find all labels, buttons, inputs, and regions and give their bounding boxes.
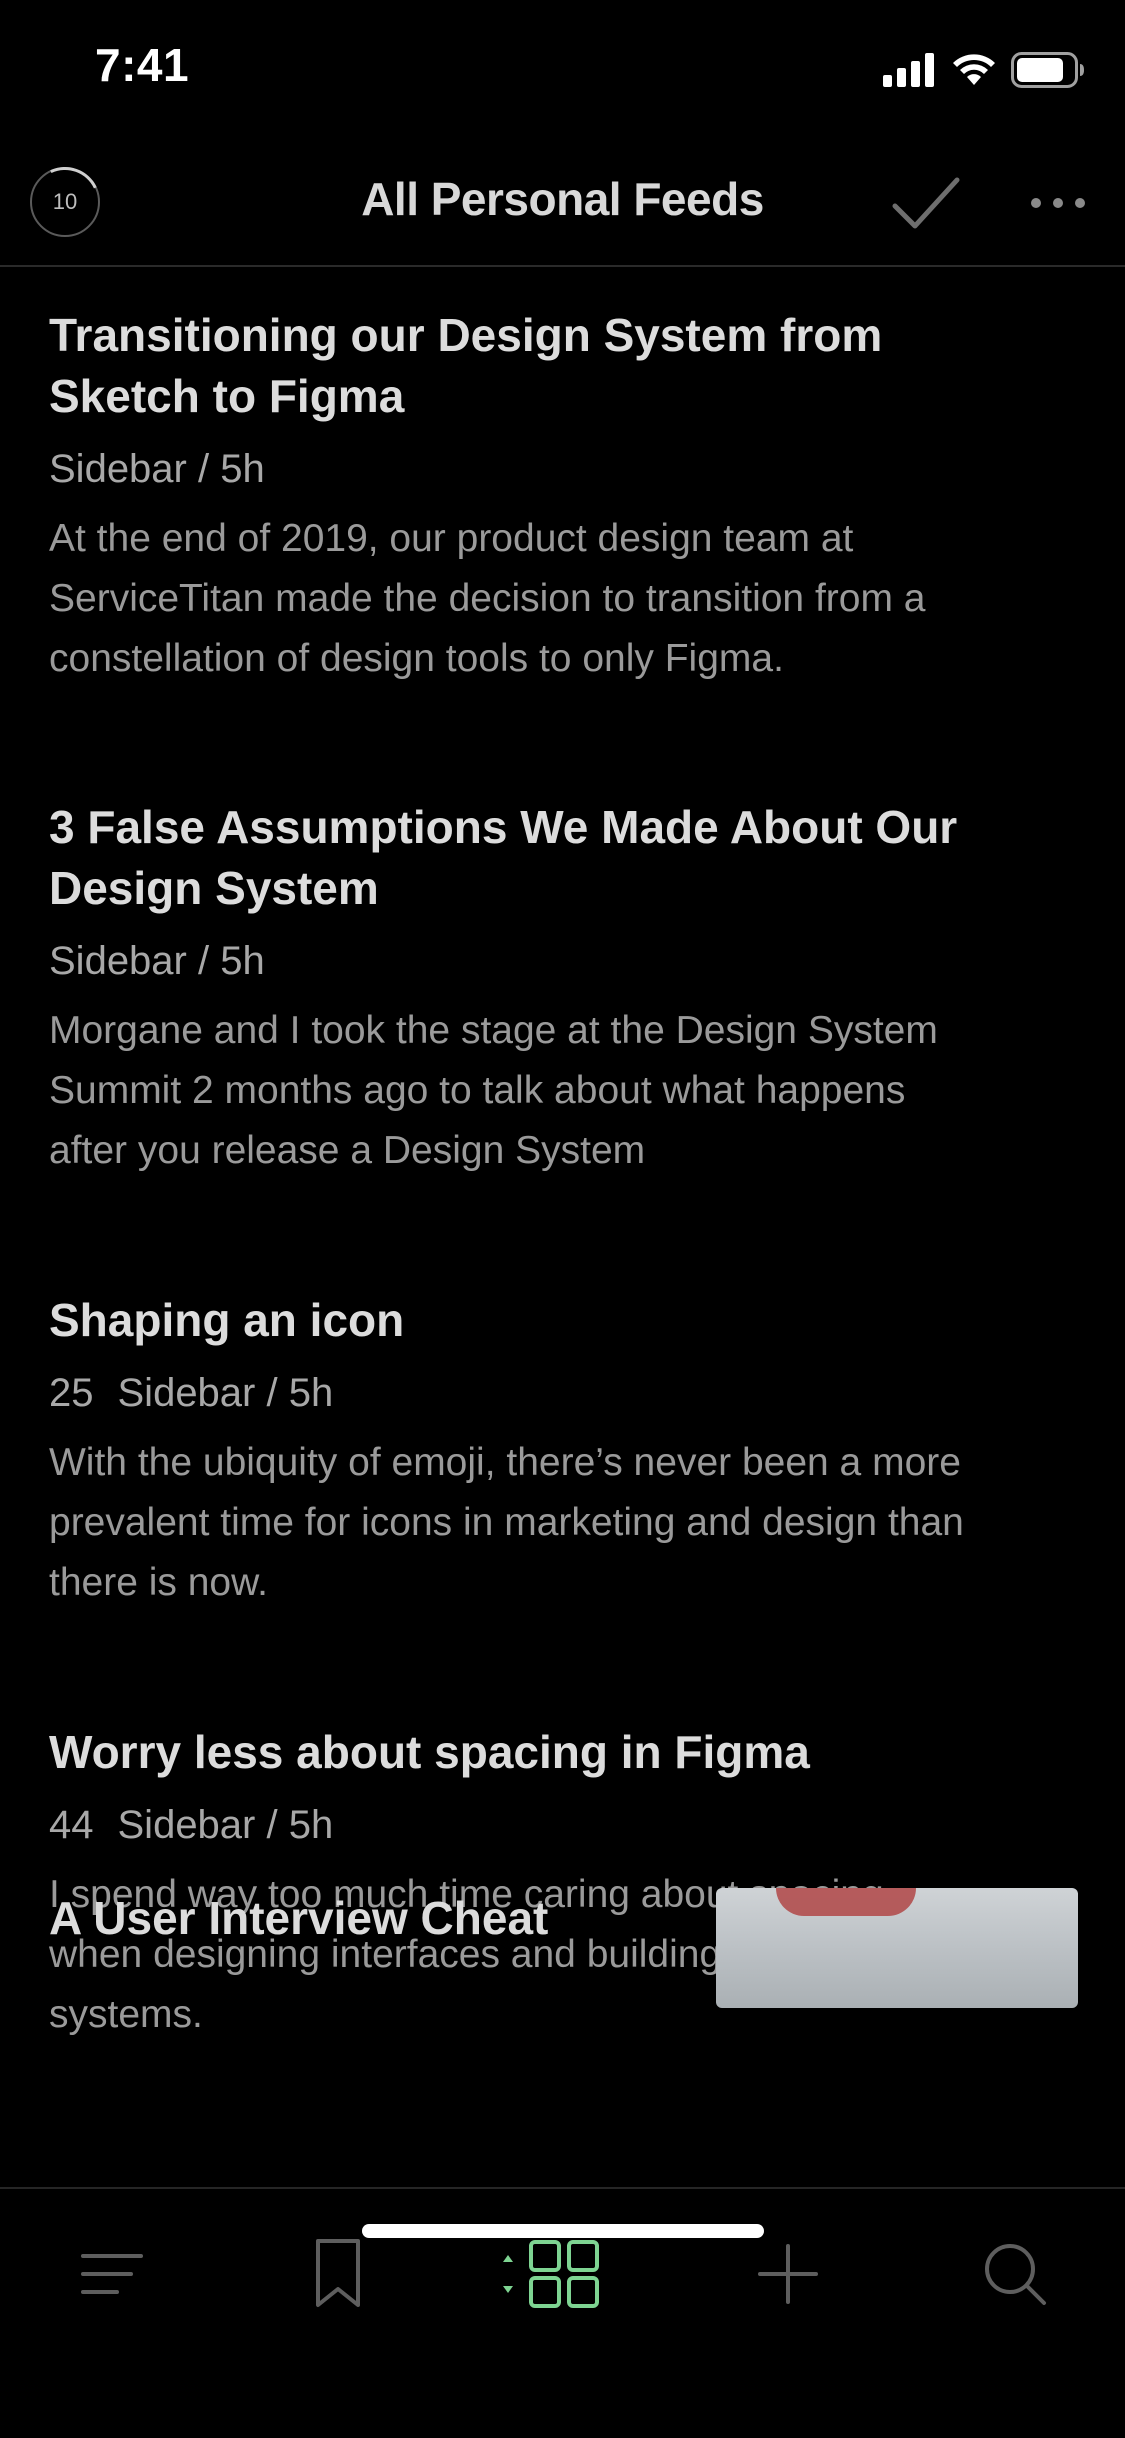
cellular-signal-icon — [883, 53, 934, 87]
article-excerpt-line: Morgane and I took the stage at the Desi… — [49, 1009, 938, 1052]
tab-layout[interactable] — [497, 2229, 607, 2319]
status-time: 7:41 — [95, 39, 190, 91]
mark-all-read-button[interactable] — [885, 168, 965, 238]
status-icons — [883, 50, 1085, 90]
tab-feeds-menu[interactable] — [57, 2229, 167, 2319]
article-title-line: Sketch to Figma — [49, 370, 405, 422]
article-excerpt: Morgane and I took the stage at the Desi… — [49, 1001, 1079, 1181]
article-excerpt-line: With the ubiquity of emoji, there’s neve… — [49, 1441, 961, 1484]
home-indicator[interactable] — [362, 2224, 764, 2238]
article-meta: Sidebar / 5h — [49, 935, 1079, 987]
wifi-icon — [953, 54, 995, 85]
ellipsis-icon — [1031, 198, 1085, 208]
partial-article-title[interactable]: A User Interview Cheat — [49, 1888, 548, 1949]
bookmark-icon — [316, 2239, 360, 2307]
article-title: Shaping an icon — [49, 1290, 1079, 1351]
tab-add[interactable] — [733, 2229, 843, 2319]
tab-saved[interactable] — [283, 2229, 393, 2319]
article-excerpt-line: Summit 2 months ago to talk about what h… — [49, 1069, 906, 1112]
article-source-time: Sidebar / 5h — [49, 939, 265, 983]
menu-lines-icon — [81, 2254, 143, 2294]
list-item[interactable]: 3 False Assumptions We Made About Our De… — [49, 797, 1079, 1181]
article-count: 44 — [49, 1803, 94, 1847]
article-excerpt-line: after you release a Design System — [49, 1129, 646, 1172]
article-excerpt-line: there is now. — [49, 1561, 268, 1604]
article-thumbnail[interactable] — [716, 1888, 1078, 2008]
article-source-time: Sidebar / 5h — [117, 1371, 334, 1415]
tab-search[interactable] — [960, 2229, 1070, 2319]
article-excerpt-line: prevalent time for icons in marketing an… — [49, 1501, 964, 1544]
article-title: Transitioning our Design System from Ske… — [49, 305, 1079, 427]
search-icon — [985, 2244, 1046, 2305]
article-excerpt-line: ServiceTitan made the decision to transi… — [49, 577, 926, 620]
article-excerpt-line: constellation of design tools to only Fi… — [49, 637, 784, 680]
list-item[interactable]: Transitioning our Design System from Ske… — [49, 305, 1079, 689]
article-title-line: 3 False Assumptions We Made About Our — [49, 801, 958, 853]
article-excerpt: At the end of 2019, our product design t… — [49, 509, 1079, 689]
more-options-button[interactable] — [1025, 180, 1095, 226]
article-excerpt-line: At the end of 2019, our product design t… — [49, 517, 854, 560]
plus-icon — [758, 2244, 818, 2304]
article-title: Worry less about spacing in Figma — [49, 1722, 1079, 1783]
list-item[interactable]: Shaping an icon 25 Sidebar / 5h With the … — [49, 1290, 1079, 1613]
article-meta: 44 Sidebar / 5h — [49, 1799, 1079, 1851]
article-source-time: Sidebar / 5h — [117, 1803, 334, 1847]
article-title-line: Design System — [49, 862, 379, 914]
article-source-time: Sidebar / 5h — [49, 447, 265, 491]
article-title-line: Worry less about spacing in Figma — [49, 1726, 810, 1778]
article-title: 3 False Assumptions We Made About Our De… — [49, 797, 1079, 919]
article-title-line: Transitioning our Design System from — [49, 309, 883, 361]
article-count: 25 — [49, 1371, 94, 1415]
article-title-line: Shaping an icon — [49, 1294, 405, 1346]
battery-icon — [1011, 52, 1084, 88]
article-excerpt: With the ubiquity of emoji, there’s neve… — [49, 1433, 1079, 1613]
nav-bar: 10 All Personal Feeds — [0, 140, 1125, 267]
status-bar: 7:41 — [0, 0, 1125, 140]
article-meta: 25 Sidebar / 5h — [49, 1367, 1079, 1419]
grid-layout-icon — [503, 2240, 599, 2308]
checkmark-icon — [892, 177, 960, 229]
article-meta: Sidebar / 5h — [49, 443, 1079, 495]
